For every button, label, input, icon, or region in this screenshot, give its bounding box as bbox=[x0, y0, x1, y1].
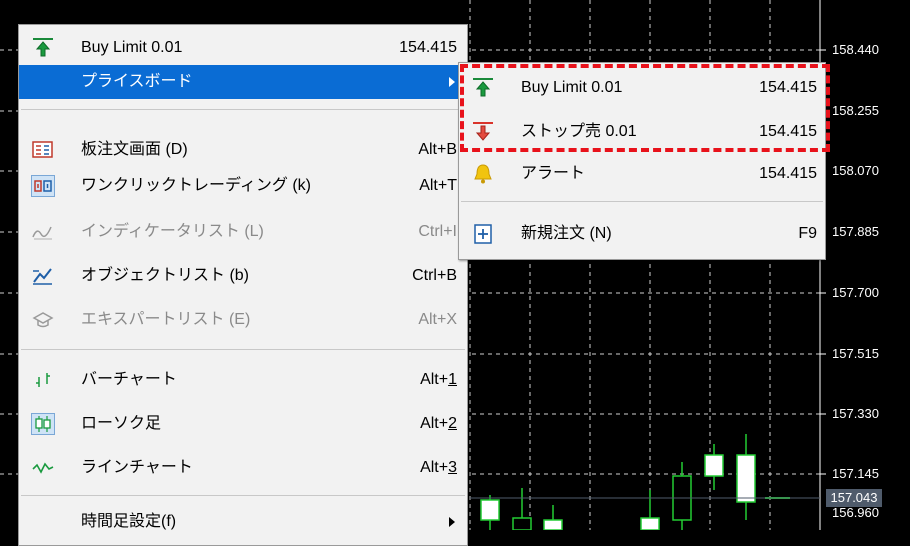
candle-body bbox=[512, 517, 532, 530]
submenu-item-shortcut: F9 bbox=[798, 225, 817, 242]
submenu-item-new-order[interactable]: 新規注文 (N) F9 bbox=[459, 217, 825, 251]
menu-item-label: ワンクリックトレーディング (k) bbox=[81, 177, 311, 194]
object-list-icon bbox=[31, 265, 55, 287]
menu-item-label: 時間足設定(f) bbox=[81, 513, 177, 530]
menu-item-buy-limit[interactable]: Buy Limit 0.01 154.415 bbox=[19, 31, 467, 65]
price-label: 157.515 bbox=[832, 346, 879, 361]
candlestick-icon bbox=[31, 413, 55, 435]
candle-body bbox=[640, 517, 660, 530]
submenu-item-alert[interactable]: アラート 154.415 bbox=[459, 157, 825, 191]
menu-item-line-chart[interactable]: ラインチャート Alt+3 bbox=[19, 451, 467, 485]
buy-arrow-icon bbox=[31, 37, 55, 59]
chart-context-menu: Buy Limit 0.01 154.415 プライスボード 板注文画面 (D)… bbox=[18, 24, 468, 546]
menu-item-candlestick[interactable]: ローソク足 Alt+2 bbox=[19, 407, 467, 441]
menu-item-label: インディケータリスト (L) bbox=[81, 223, 264, 240]
menu-item-shortcut: Ctrl+B bbox=[412, 267, 457, 284]
menu-item-shortcut: Alt+3 bbox=[420, 459, 457, 476]
indicator-icon bbox=[31, 221, 55, 243]
submenu-arrow-icon bbox=[449, 77, 455, 87]
menu-item-one-click-trading[interactable]: ワンクリックトレーディング (k) Alt+T bbox=[19, 169, 467, 203]
price-label: 157.330 bbox=[832, 406, 879, 421]
menu-item-shortcut: Alt+X bbox=[418, 311, 457, 328]
menu-item-order-book[interactable]: 板注文画面 (D) Alt+B bbox=[19, 133, 467, 167]
menu-item-price: 154.415 bbox=[399, 39, 457, 56]
menu-item-object-list[interactable]: オブジェクトリスト (b) Ctrl+B bbox=[19, 259, 467, 293]
menu-item-label: エキスパートリスト (E) bbox=[81, 311, 251, 328]
menu-item-label: Buy Limit 0.01 bbox=[81, 39, 183, 56]
price-label: 157.885 bbox=[832, 224, 879, 239]
menu-item-expert-list[interactable]: エキスパートリスト (E) Alt+X bbox=[19, 303, 467, 337]
current-price-badge: 157.043 bbox=[826, 489, 882, 507]
menu-separator bbox=[461, 201, 823, 202]
candle-body bbox=[480, 499, 500, 521]
price-label: 157.700 bbox=[832, 285, 879, 300]
bar-chart-icon bbox=[31, 369, 55, 391]
menu-item-label: バーチャート bbox=[81, 371, 177, 388]
price-label: 158.070 bbox=[832, 163, 879, 178]
menu-item-label: 板注文画面 (D) bbox=[81, 141, 188, 158]
menu-item-bar-chart[interactable]: バーチャート Alt+1 bbox=[19, 363, 467, 397]
menu-item-indicator-list[interactable]: インディケータリスト (L) Ctrl+I bbox=[19, 215, 467, 249]
submenu-arrow-icon bbox=[449, 517, 455, 527]
new-order-icon bbox=[471, 223, 495, 245]
candle-body bbox=[704, 454, 724, 477]
submenu-item-price: 154.415 bbox=[759, 165, 817, 182]
line-chart-icon bbox=[31, 457, 55, 479]
menu-item-timeframe[interactable]: 時間足設定(f) bbox=[19, 505, 467, 539]
menu-item-label: オブジェクトリスト (b) bbox=[81, 267, 250, 284]
candles bbox=[480, 434, 790, 530]
menu-item-label: プライスボード bbox=[81, 73, 193, 90]
submenu-item-label: 新規注文 (N) bbox=[521, 225, 612, 242]
menu-item-shortcut: Ctrl+I bbox=[418, 223, 457, 240]
menu-item-shortcut: Alt+B bbox=[418, 141, 457, 158]
menu-item-shortcut: Alt+2 bbox=[420, 415, 457, 432]
menu-item-shortcut: Alt+T bbox=[419, 177, 457, 194]
price-label: 158.440 bbox=[832, 42, 879, 57]
order-book-icon bbox=[31, 139, 55, 161]
price-label: 158.255 bbox=[832, 103, 879, 118]
bell-icon bbox=[471, 163, 495, 185]
expert-icon bbox=[31, 309, 55, 331]
menu-separator bbox=[21, 349, 465, 350]
menu-item-shortcut: Alt+1 bbox=[420, 371, 457, 388]
candle-body bbox=[543, 519, 563, 530]
one-click-trading-icon bbox=[31, 175, 55, 197]
menu-separator bbox=[21, 495, 465, 496]
price-label: 156.960 bbox=[832, 505, 879, 520]
menu-item-price-board[interactable]: プライスボード bbox=[19, 65, 467, 99]
menu-separator bbox=[21, 109, 465, 110]
menu-item-label: ラインチャート bbox=[81, 459, 193, 476]
menu-item-label: ローソク足 bbox=[81, 415, 162, 432]
candle-body bbox=[736, 454, 756, 503]
highlight-annotation-box bbox=[460, 64, 830, 152]
submenu-item-label: アラート bbox=[521, 165, 586, 182]
price-label: 157.145 bbox=[832, 466, 879, 481]
